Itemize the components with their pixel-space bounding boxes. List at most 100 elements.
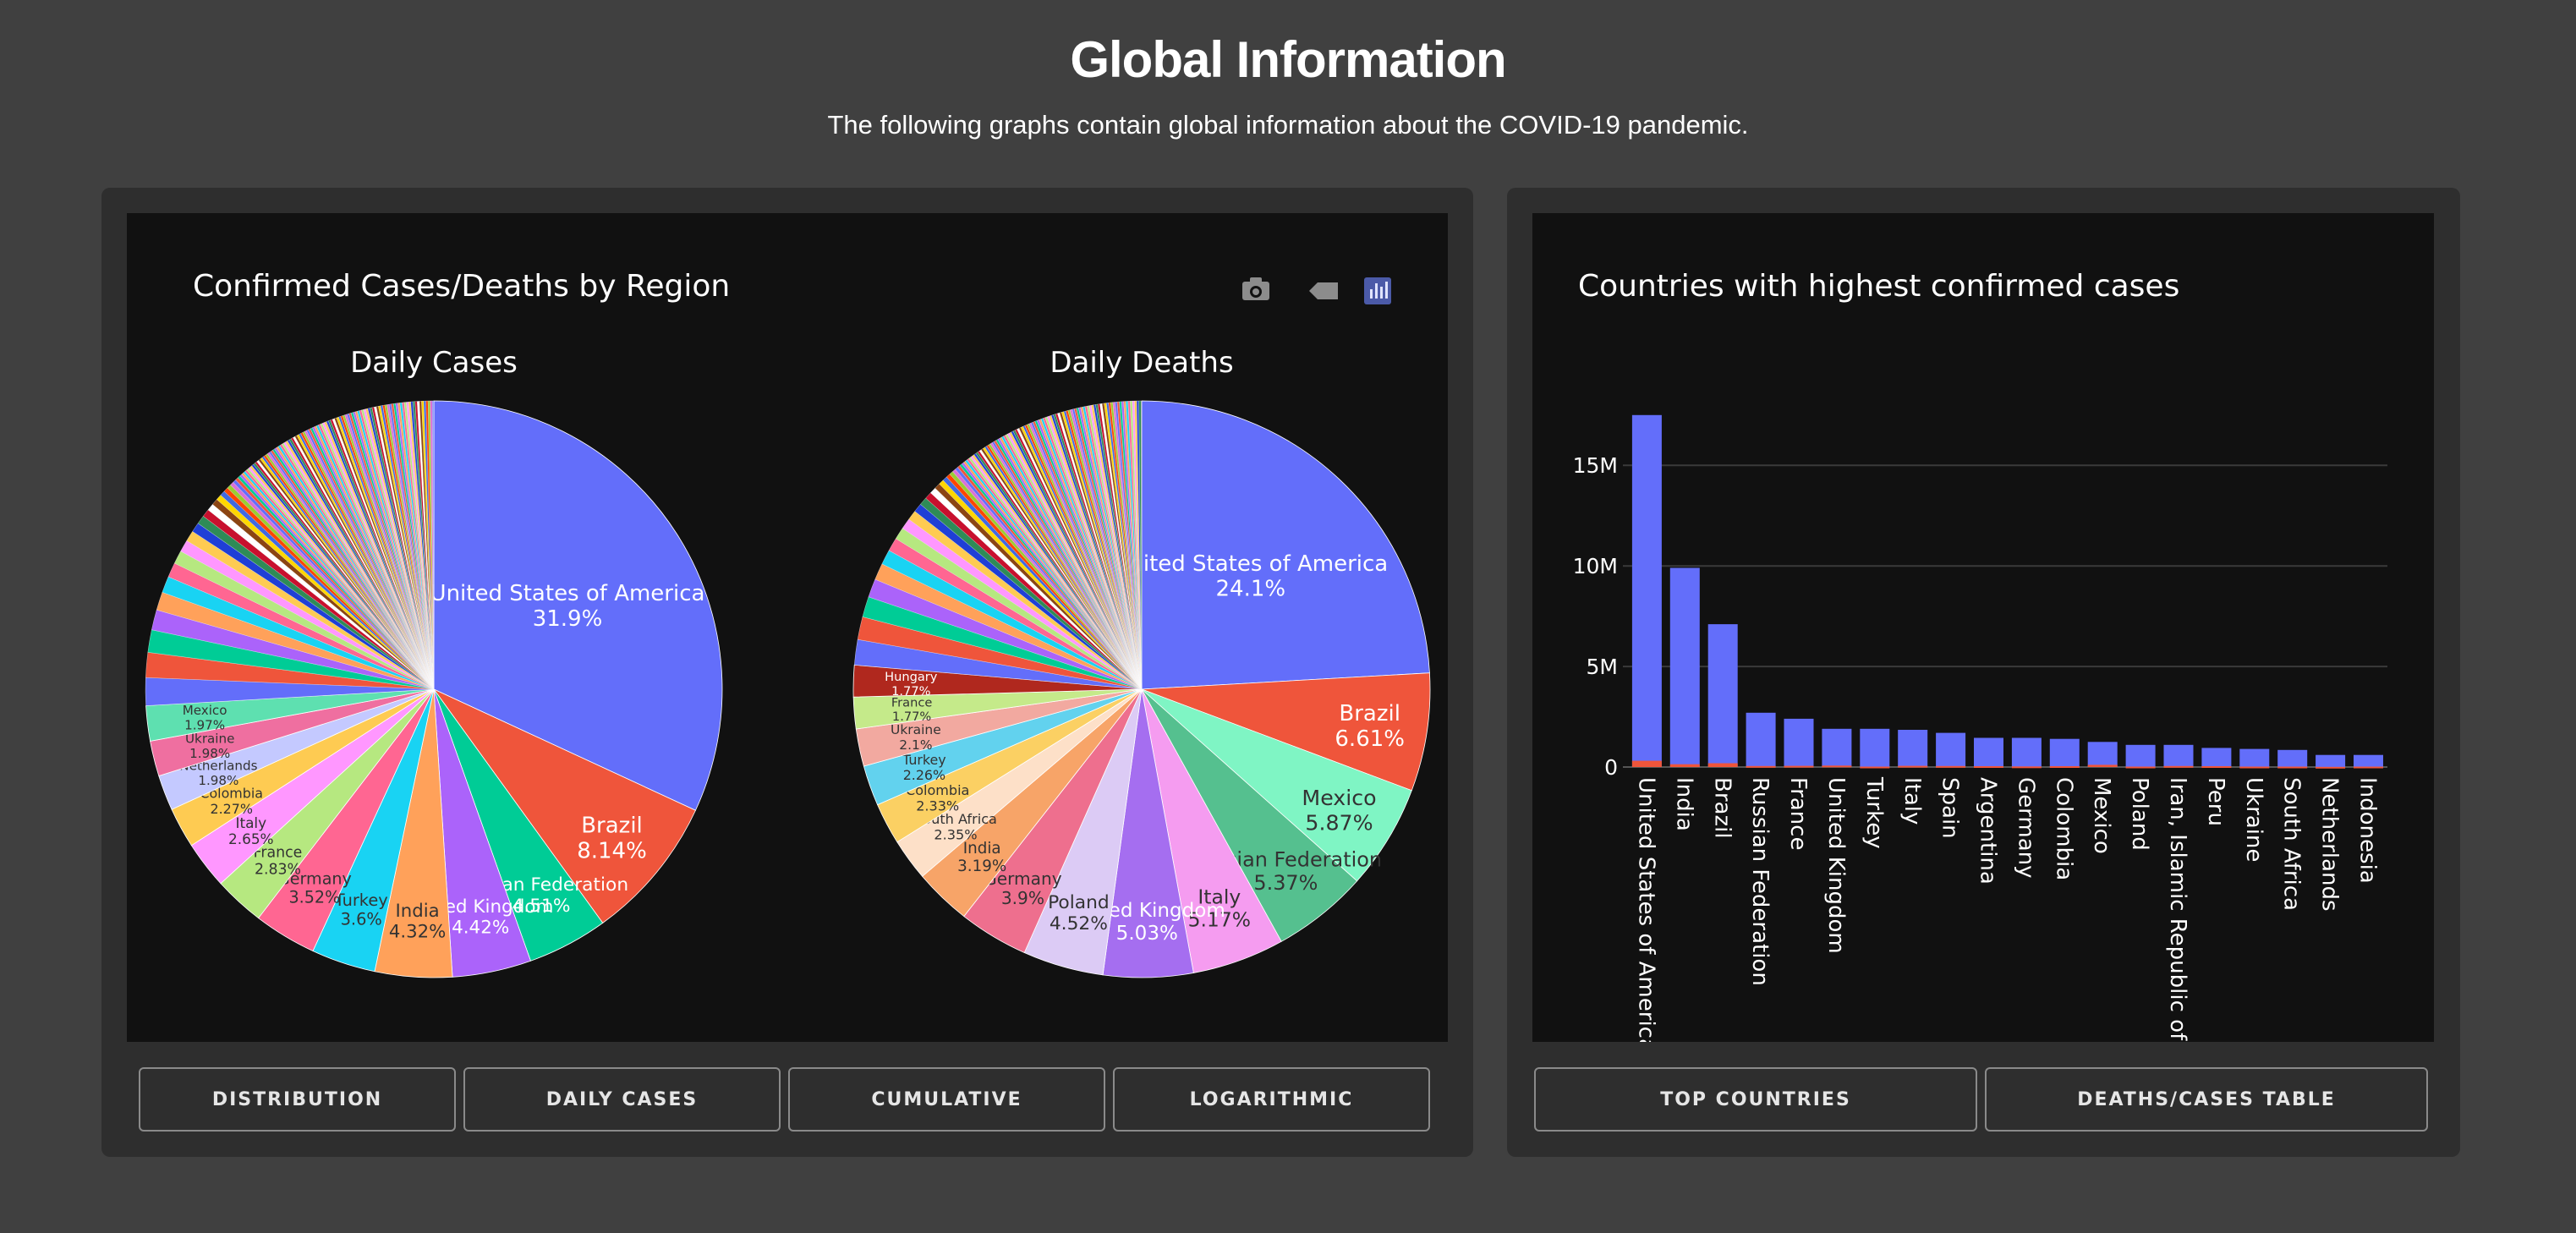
bar-deaths-united-states-of-america[interactable] xyxy=(1631,760,1662,767)
bar-deaths-united-kingdom[interactable] xyxy=(1822,765,1852,768)
x-tick-label-iran-islamic-republic-of: Iran, Islamic Republic of xyxy=(2165,777,2190,1041)
bar-deaths-iran-islamic-republic-of[interactable] xyxy=(2163,765,2194,768)
pie-label-mexico: Mexico xyxy=(183,703,227,718)
pie-label-poland: Poland xyxy=(1048,892,1110,913)
x-tick-label-mexico: Mexico xyxy=(2089,777,2114,854)
pie-slice-united-states-of-america[interactable] xyxy=(1141,400,1430,690)
bar-deaths-india[interactable] xyxy=(1669,764,1700,767)
x-tick-label-poland: Poland xyxy=(2127,777,2152,851)
pie-percent-south-africa: 2.35% xyxy=(934,826,977,842)
x-tick-label-france: France xyxy=(1785,777,1811,850)
figure-title: Confirmed Cases/Deaths by Region xyxy=(193,269,730,304)
pie-percent-russian-federation: 5.37% xyxy=(1253,871,1318,895)
bar-chart-title: Countries with highest confirmed cases xyxy=(1578,269,2179,304)
pie-percent-netherlands: 1.98% xyxy=(198,773,238,788)
bar-chart-icon[interactable] xyxy=(1364,277,1391,304)
bar-deaths-france[interactable] xyxy=(1784,765,1814,768)
bar-cases-united-kingdom[interactable] xyxy=(1822,728,1852,767)
pie-percent-poland: 4.52% xyxy=(1050,913,1108,934)
pie-percent-turkey: 3.6% xyxy=(341,909,382,929)
bar-cases-italy[interactable] xyxy=(1898,730,1928,767)
cumulative-button[interactable]: CUMULATIVE xyxy=(788,1067,1105,1132)
pie-text-france: France 2.83% xyxy=(254,844,303,878)
bar-deaths-ukraine[interactable] xyxy=(2239,766,2270,769)
bar-deaths-brazil[interactable] xyxy=(1707,763,1738,768)
bar-cases-russian-federation[interactable] xyxy=(1746,712,1776,767)
bar-deaths-germany[interactable] xyxy=(2011,766,2042,769)
x-tick-label-brazil: Brazil xyxy=(1709,777,1735,839)
pie-charts-card: Confirmed Cases/Deaths by Region Daily C… xyxy=(101,188,1473,1157)
tag-icon[interactable] xyxy=(1309,282,1338,299)
pie-text-mexico: Mexico 1.97% xyxy=(183,703,227,732)
pie-text-mexico: Mexico 5.87% xyxy=(1302,786,1376,835)
bar-cases-colombia[interactable] xyxy=(2049,738,2080,767)
top-countries-button[interactable]: TOP COUNTRIES xyxy=(1534,1067,1977,1132)
y-tick-label: 10M xyxy=(1573,554,1618,578)
x-tick-label-russian-federation: Russian Federation xyxy=(1747,777,1773,986)
pie-percent-hungary: 1.77% xyxy=(891,684,930,699)
page-subtitle: The following graphs contain global info… xyxy=(827,110,1749,140)
pie-label-india: India xyxy=(396,901,440,922)
bar-cases-germany[interactable] xyxy=(2011,737,2042,768)
logarithmic-button[interactable]: LOGARITHMIC xyxy=(1113,1067,1430,1132)
pie-text-brazil: Brazil 6.61% xyxy=(1335,701,1405,752)
bar-cases-spain[interactable] xyxy=(1936,732,1966,767)
pie-percent-india: 3.19% xyxy=(957,858,1006,875)
pie-percent-india: 4.32% xyxy=(389,921,446,942)
modebar xyxy=(1242,277,1391,304)
pie-percent-italy: 2.65% xyxy=(228,830,274,847)
bar-cases-iran-islamic-republic-of[interactable] xyxy=(2163,744,2194,767)
bar-cases-peru[interactable] xyxy=(2201,748,2232,767)
y-tick-label: 5M xyxy=(1587,655,1618,679)
bar-cases-brazil[interactable] xyxy=(1707,624,1738,767)
bar-cases-india[interactable] xyxy=(1669,567,1700,768)
pie-percent-turkey: 2.26% xyxy=(903,767,945,783)
bar-deaths-spain[interactable] xyxy=(1936,765,1966,768)
deaths-cases-table-button[interactable]: DEATHS/CASES TABLE xyxy=(1985,1067,2428,1132)
bar-deaths-argentina[interactable] xyxy=(1974,766,2003,768)
bar-cases-netherlands[interactable] xyxy=(2316,754,2346,767)
daily-deaths-pie-title: Daily Deaths xyxy=(1050,346,1233,380)
x-tick-label-indonesia: Indonesia xyxy=(2355,777,2381,884)
bar-cases-turkey[interactable] xyxy=(1860,728,1890,767)
bar-deaths-russian-federation[interactable] xyxy=(1746,765,1776,768)
bar-deaths-poland[interactable] xyxy=(2125,766,2156,769)
x-tick-label-colombia: Colombia xyxy=(2051,777,2076,880)
y-tick-label: 0 xyxy=(1604,755,1618,780)
bar-cases-poland[interactable] xyxy=(2125,744,2156,767)
camera-icon[interactable] xyxy=(1242,277,1269,300)
bar-deaths-italy[interactable] xyxy=(1898,765,1928,768)
bar-cases-france[interactable] xyxy=(1784,718,1814,767)
pie-text-turkey: Turkey 2.26% xyxy=(902,752,946,783)
bar-cases-argentina[interactable] xyxy=(1974,737,2003,768)
pie-percent-germany: 3.9% xyxy=(1001,888,1044,908)
bar-chart-svg: Countries with highest confirmed cases 0… xyxy=(1573,269,2387,1042)
pie-label-brazil: Brazil xyxy=(581,814,643,839)
daily-cases-button[interactable]: DAILY CASES xyxy=(463,1067,781,1132)
bar-cases-south-africa[interactable] xyxy=(2277,749,2308,767)
daily-cases-pie: United States of America 31.9% Brazil 8.14%… xyxy=(145,400,723,978)
bar-deaths-south-africa[interactable] xyxy=(2277,766,2308,769)
pie-text-poland: Poland 4.52% xyxy=(1048,892,1110,934)
bar-deaths-netherlands[interactable] xyxy=(2316,766,2346,769)
bar-deaths-colombia[interactable] xyxy=(2049,766,2080,768)
x-tick-label-south-africa: South Africa xyxy=(2279,777,2305,911)
pie-percent-france: 2.83% xyxy=(255,861,301,878)
bar-deaths-indonesia[interactable] xyxy=(2354,766,2383,769)
pie-percent-united-kingdom: 5.03% xyxy=(1116,923,1178,945)
pie-label-mexico: Mexico xyxy=(1302,786,1376,810)
bar-cases-united-states-of-america[interactable] xyxy=(1631,414,1662,767)
bar-deaths-peru[interactable] xyxy=(2201,766,2232,768)
distribution-button[interactable]: DISTRIBUTION xyxy=(139,1067,456,1132)
x-tick-label-united-kingdom: United Kingdom xyxy=(1823,777,1849,954)
bar-deaths-mexico[interactable] xyxy=(2087,764,2118,767)
pie-text-ukraine: Ukraine 1.98% xyxy=(185,731,234,760)
daily-deaths-pie: United States of America 24.1% Brazil 6.61%… xyxy=(852,400,1431,978)
bar-cases-mexico[interactable] xyxy=(2087,742,2118,767)
x-tick-label-turkey: Turkey xyxy=(1861,776,1887,849)
bar-deaths-turkey[interactable] xyxy=(1860,766,1890,769)
pie-text-france: France 1.77% xyxy=(891,695,933,724)
pie-percent-colombia: 2.27% xyxy=(210,801,252,817)
bar-cases-indonesia[interactable] xyxy=(2354,754,2383,767)
bar-cases-ukraine[interactable] xyxy=(2239,748,2270,767)
